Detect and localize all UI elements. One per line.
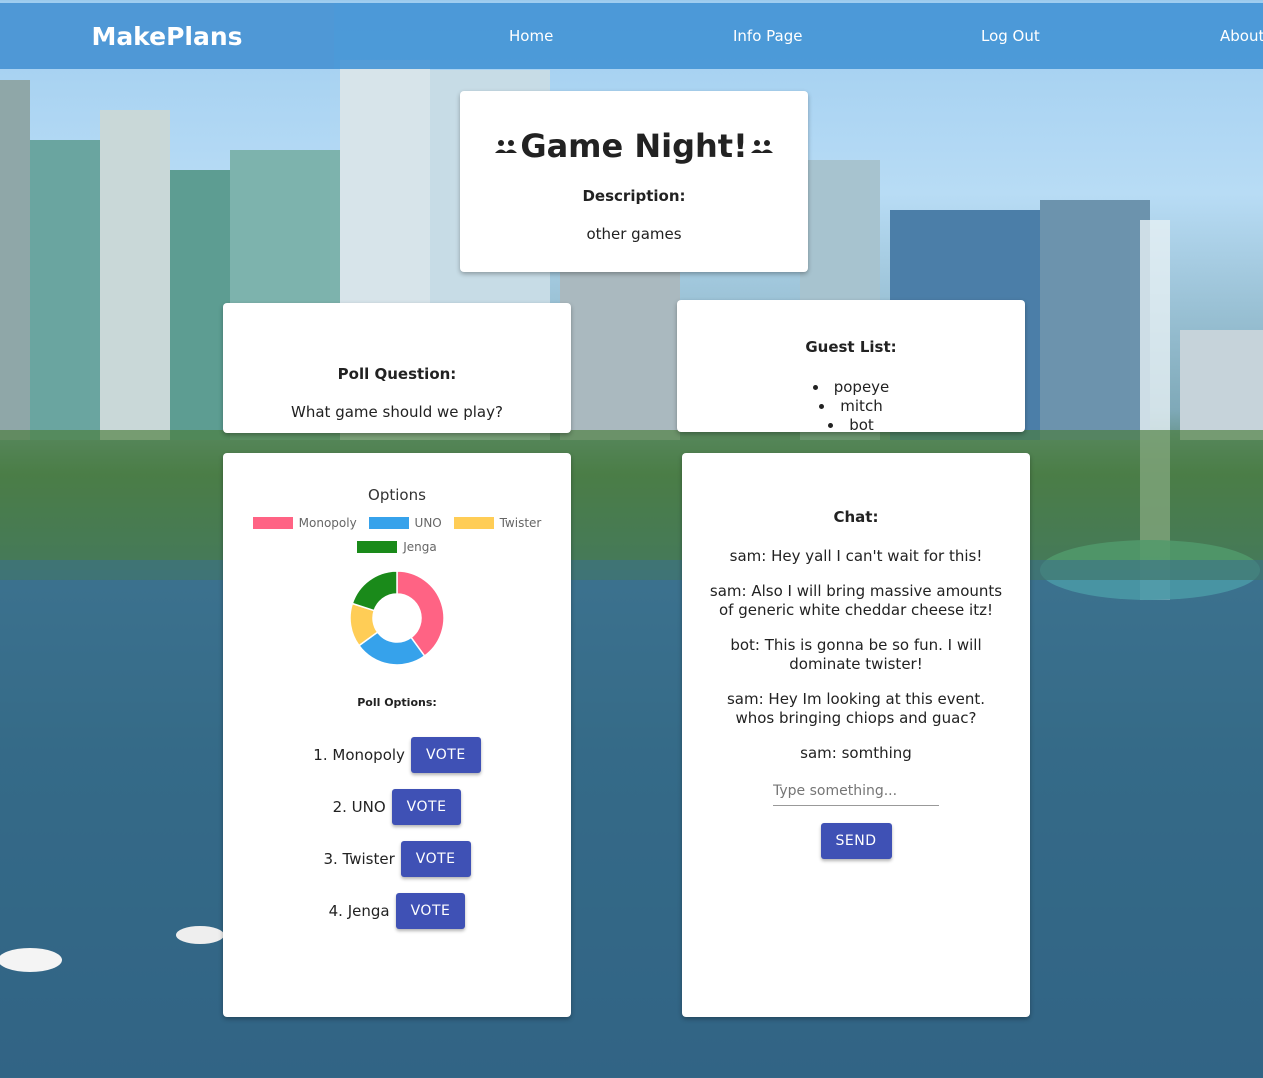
poll-options-list: 1. Monopoly VOTE 2. UNO VOTE 3. Twister … xyxy=(223,729,571,937)
legend-item-jenga[interactable]: Jenga xyxy=(357,536,437,558)
chat-message: bot: This is gonna be so fun. I will dom… xyxy=(730,636,982,673)
chat-message: sam: Hey yall I can't wait for this! xyxy=(729,547,983,565)
guest-list-label: Guest List: xyxy=(805,338,897,356)
people-icon xyxy=(750,140,773,153)
poll-option-label: 3. Twister xyxy=(323,850,395,868)
legend-item-twister[interactable]: Twister xyxy=(453,512,542,534)
nav-link-log-out[interactable]: Log Out xyxy=(981,3,1040,69)
poll-option-label: 2. UNO xyxy=(332,798,386,816)
legend-item-uno[interactable]: UNO xyxy=(368,512,442,534)
chat-label: Chat: xyxy=(833,508,879,526)
send-button[interactable]: SEND xyxy=(820,823,892,859)
legend-label: Jenga xyxy=(403,540,437,554)
guest-item: mitch xyxy=(677,397,1025,416)
poll-options-card: Options Monopoly UNO Twister Jenga Poll … xyxy=(223,453,571,1017)
chat-card: Chat: sam: Hey yall I can't wait for thi… xyxy=(682,453,1030,1017)
poll-option-row: 3. Twister VOTE xyxy=(223,833,571,885)
nav-link-home[interactable]: Home xyxy=(509,3,553,69)
guest-item: bot xyxy=(677,416,1025,432)
legend-label: Monopoly xyxy=(298,516,357,530)
chat-message: sam: somthing xyxy=(800,744,912,762)
chat-message: sam: Hey Im looking at this event. whos … xyxy=(726,690,986,727)
poll-question-card: Poll Question: What game should we play? xyxy=(223,303,571,433)
legend-swatch xyxy=(357,541,398,553)
nav-link-about[interactable]: About xyxy=(1220,3,1263,69)
people-icon xyxy=(495,140,518,153)
vote-button[interactable]: VOTE xyxy=(410,737,481,773)
poll-question-label: Poll Question: xyxy=(337,365,457,383)
poll-question-text: What game should we play? xyxy=(291,403,503,421)
chat-messages: sam: Hey yall I can't wait for this! sam… xyxy=(682,547,1030,763)
legend-swatch xyxy=(453,517,494,529)
legend-swatch xyxy=(252,517,293,529)
vote-button[interactable]: VOTE xyxy=(391,789,462,825)
brand-logo[interactable]: MakePlans xyxy=(0,3,334,69)
guest-item: popeye xyxy=(677,378,1025,397)
description-label: Description: xyxy=(582,187,686,205)
donut-slice-jenga[interactable] xyxy=(351,570,398,612)
event-card: Game Night! Description: other games xyxy=(460,91,808,272)
legend-swatch xyxy=(368,517,409,529)
event-title-text: Game Night! xyxy=(520,127,748,165)
legend-label: Twister xyxy=(499,516,542,530)
event-description: other games xyxy=(586,225,682,243)
options-donut-chart xyxy=(349,570,445,666)
legend-label: UNO xyxy=(414,516,442,530)
poll-option-row: 2. UNO VOTE xyxy=(223,781,571,833)
poll-option-row: 4. Jenga VOTE xyxy=(223,885,571,937)
vote-button[interactable]: VOTE xyxy=(395,893,466,929)
poll-option-label: 1. Monopoly xyxy=(313,746,405,764)
poll-option-label: 4. Jenga xyxy=(328,902,390,920)
guest-list-card: Guest List: popeye mitch bot xyxy=(677,300,1025,432)
poll-option-row: 1. Monopoly VOTE xyxy=(223,729,571,781)
event-title: Game Night! xyxy=(460,127,808,165)
navbar: MakePlans Home Info Page Log Out About xyxy=(0,3,1263,69)
chart-title: Options xyxy=(368,486,426,504)
guest-list: popeye mitch bot xyxy=(677,378,1025,432)
chart-legend: Monopoly UNO Twister Jenga xyxy=(247,512,547,560)
vote-button[interactable]: VOTE xyxy=(400,841,471,877)
chat-message: sam: Also I will bring massive amounts o… xyxy=(709,582,1003,619)
legend-item-monopoly[interactable]: Monopoly xyxy=(252,512,357,534)
chat-input[interactable] xyxy=(773,779,939,806)
nav-link-info-page[interactable]: Info Page xyxy=(733,3,802,69)
poll-options-label: Poll Options: xyxy=(357,696,437,709)
